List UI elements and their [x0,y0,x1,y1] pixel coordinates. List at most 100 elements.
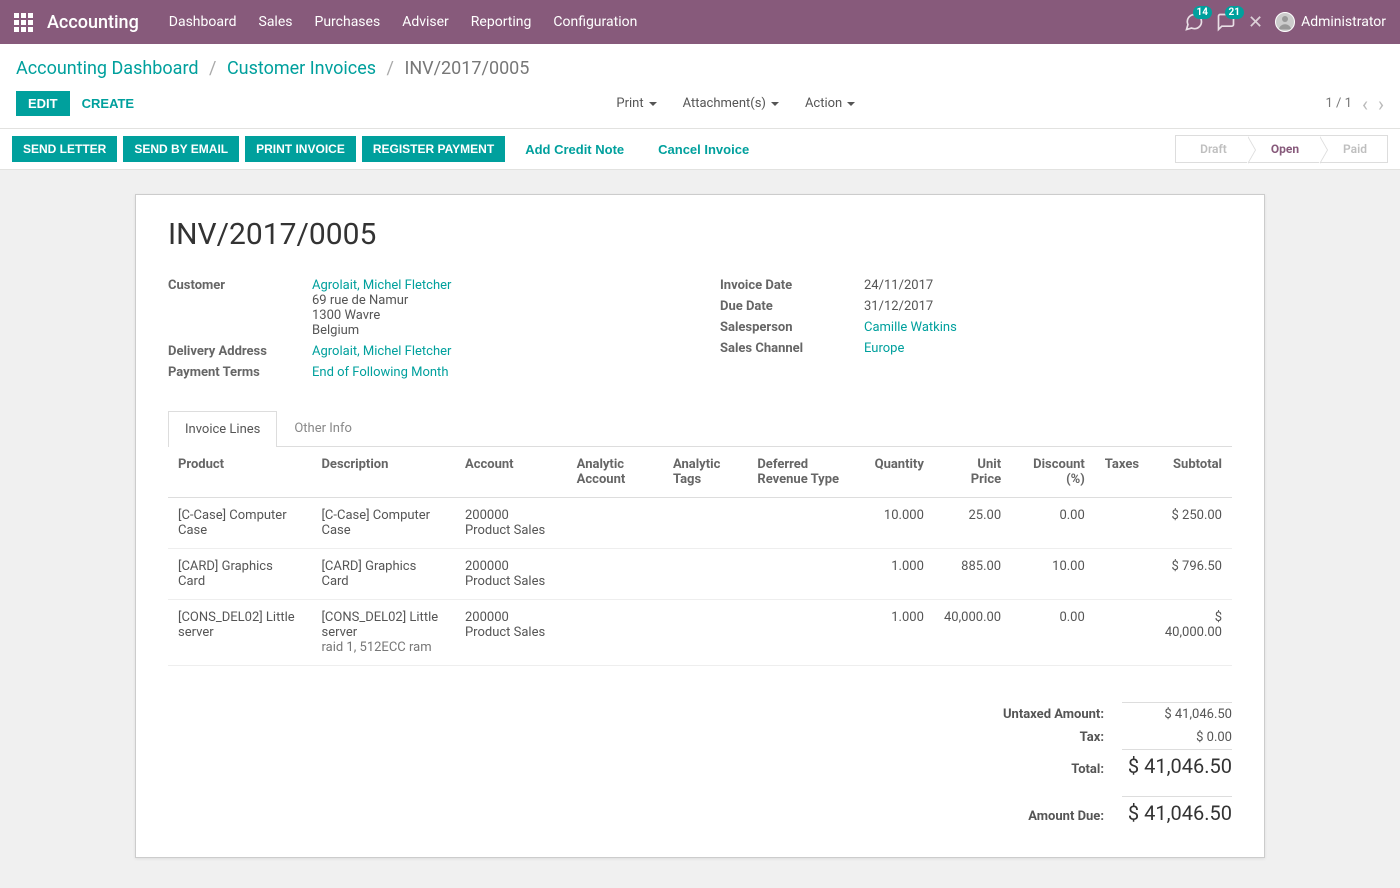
th-discount: Discount (%) [1011,447,1095,498]
pager-text: 1 / 1 [1326,96,1352,111]
cell-qty: 1.000 [865,600,934,666]
top-navbar: Accounting Dashboard Sales Purchases Adv… [0,0,1400,44]
cell-discount: 10.00 [1011,549,1095,600]
close-icon[interactable]: ✕ [1248,12,1263,33]
action-dropdown[interactable]: Action [805,96,855,111]
breadcrumb-current: INV/2017/0005 [404,58,529,79]
label-terms: Payment Terms [168,365,312,380]
cell-product: [CARD] Graphics Card [168,549,311,600]
th-taxes: Taxes [1095,447,1149,498]
value-untaxed: $ 41,046.50 [1122,707,1232,722]
avatar-icon [1275,12,1295,32]
value-total: $ 41,046.50 [1122,754,1232,778]
terms-link[interactable]: End of Following Month [312,365,448,380]
label-total: Total: [972,762,1122,777]
pager-next-icon[interactable]: › [1378,94,1384,114]
pager-prev-icon[interactable]: ‹ [1362,94,1368,114]
cell-discount: 0.00 [1011,498,1095,549]
value-duedate: 31/12/2017 [864,299,933,314]
table-row[interactable]: [C-Case] Computer Case [C-Case] Computer … [168,498,1232,549]
register-payment-button[interactable]: Register Payment [362,136,505,162]
th-deferred: Deferred Revenue Type [747,447,864,498]
th-analytic-tags: Analytic Tags [663,447,747,498]
status-bar: Draft Open Paid [1175,135,1388,163]
cell-qty: 1.000 [865,549,934,600]
status-open[interactable]: Open [1247,135,1319,163]
channel-link[interactable]: Europe [864,341,904,356]
record-toolbar: Edit Create Print Attachment(s) Action 1… [0,79,1400,129]
cell-description: [CARD] Graphics Card [321,559,416,589]
cell-price: 885.00 [934,549,1011,600]
nav-dashboard[interactable]: Dashboard [169,14,237,30]
cell-account: 200000 Product Sales [455,600,567,666]
th-description: Description [311,447,454,498]
tab-other-info[interactable]: Other Info [277,410,369,446]
print-dropdown[interactable]: Print [616,96,656,111]
cell-discount: 0.00 [1011,600,1095,666]
send-email-button[interactable]: Send by Email [123,136,239,162]
user-name: Administrator [1301,14,1386,30]
app-brand: Accounting [47,12,139,33]
invoice-number: INV/2017/0005 [168,217,1232,252]
label-duedate: Due Date [720,299,864,314]
nav-adviser[interactable]: Adviser [402,14,449,30]
value-tax: $ 0.00 [1122,730,1232,745]
action-bar: Send Letter Send by Email Print Invoice … [0,129,1400,170]
apps-icon[interactable] [14,13,33,32]
th-analytic-account: Analytic Account [567,447,663,498]
cell-account: 200000 Product Sales [455,498,567,549]
top-menu: Dashboard Sales Purchases Adviser Report… [169,14,638,30]
th-product: Product [168,447,311,498]
table-row[interactable]: [CARD] Graphics Card [CARD] Graphics Card… [168,549,1232,600]
th-unit-price: Unit Price [934,447,1011,498]
customer-link[interactable]: Agrolait, Michel Fletcher [312,278,451,293]
status-paid[interactable]: Paid [1319,135,1388,163]
breadcrumb-invoices[interactable]: Customer Invoices [227,58,376,79]
cell-description-sub: raid 1, 512ECC ram [321,640,431,655]
attachments-dropdown[interactable]: Attachment(s) [683,96,779,111]
nav-configuration[interactable]: Configuration [553,14,637,30]
cell-subtotal: $ 796.50 [1149,549,1232,600]
value-amount-due: $ 41,046.50 [1122,801,1232,825]
delivery-link[interactable]: Agrolait, Michel Fletcher [312,344,451,359]
value-invdate: 24/11/2017 [864,278,933,293]
customer-country: Belgium [312,323,359,338]
cell-subtotal: $ 250.00 [1149,498,1232,549]
messages-icon[interactable]: 14 [1184,12,1204,32]
customer-addr2: 1300 Wavre [312,308,380,323]
cell-product: [CONS_DEL02] Little server [168,600,311,666]
nav-purchases[interactable]: Purchases [314,14,380,30]
th-subtotal: Subtotal [1149,447,1232,498]
user-menu[interactable]: Administrator [1275,12,1386,32]
nav-reporting[interactable]: Reporting [471,14,532,30]
th-account: Account [455,447,567,498]
form-tabs: Invoice Lines Other Info [168,410,1232,447]
edit-button[interactable]: Edit [16,91,70,116]
send-letter-button[interactable]: Send Letter [12,136,117,162]
cell-product: [C-Case] Computer Case [168,498,311,549]
table-row[interactable]: [CONS_DEL02] Little server[CONS_DEL02] L… [168,600,1232,666]
cell-price: 25.00 [934,498,1011,549]
create-button[interactable]: Create [70,91,146,116]
add-credit-note-button[interactable]: Add Credit Note [511,136,638,163]
nav-sales[interactable]: Sales [259,14,293,30]
invoice-lines-table: Product Description Account Analytic Acc… [168,447,1232,666]
print-invoice-button[interactable]: Print Invoice [245,136,356,162]
messages-badge: 14 [1193,6,1212,19]
cell-subtotal: $ 40,000.00 [1149,600,1232,666]
label-channel: Sales Channel [720,341,864,356]
activities-badge: 21 [1225,6,1244,19]
cell-qty: 10.000 [865,498,934,549]
breadcrumb-dashboard[interactable]: Accounting Dashboard [16,58,199,79]
label-invdate: Invoice Date [720,278,864,293]
tab-invoice-lines[interactable]: Invoice Lines [168,411,277,447]
label-delivery: Delivery Address [168,344,312,359]
status-draft[interactable]: Draft [1175,135,1247,163]
activities-icon[interactable]: 21 [1216,12,1236,32]
cell-description: [C-Case] Computer Case [321,508,430,538]
cancel-invoice-button[interactable]: Cancel Invoice [644,136,763,163]
breadcrumb: Accounting Dashboard / Customer Invoices… [16,58,1384,79]
salesperson-link[interactable]: Camille Watkins [864,320,957,335]
label-tax: Tax: [972,730,1122,745]
cell-price: 40,000.00 [934,600,1011,666]
